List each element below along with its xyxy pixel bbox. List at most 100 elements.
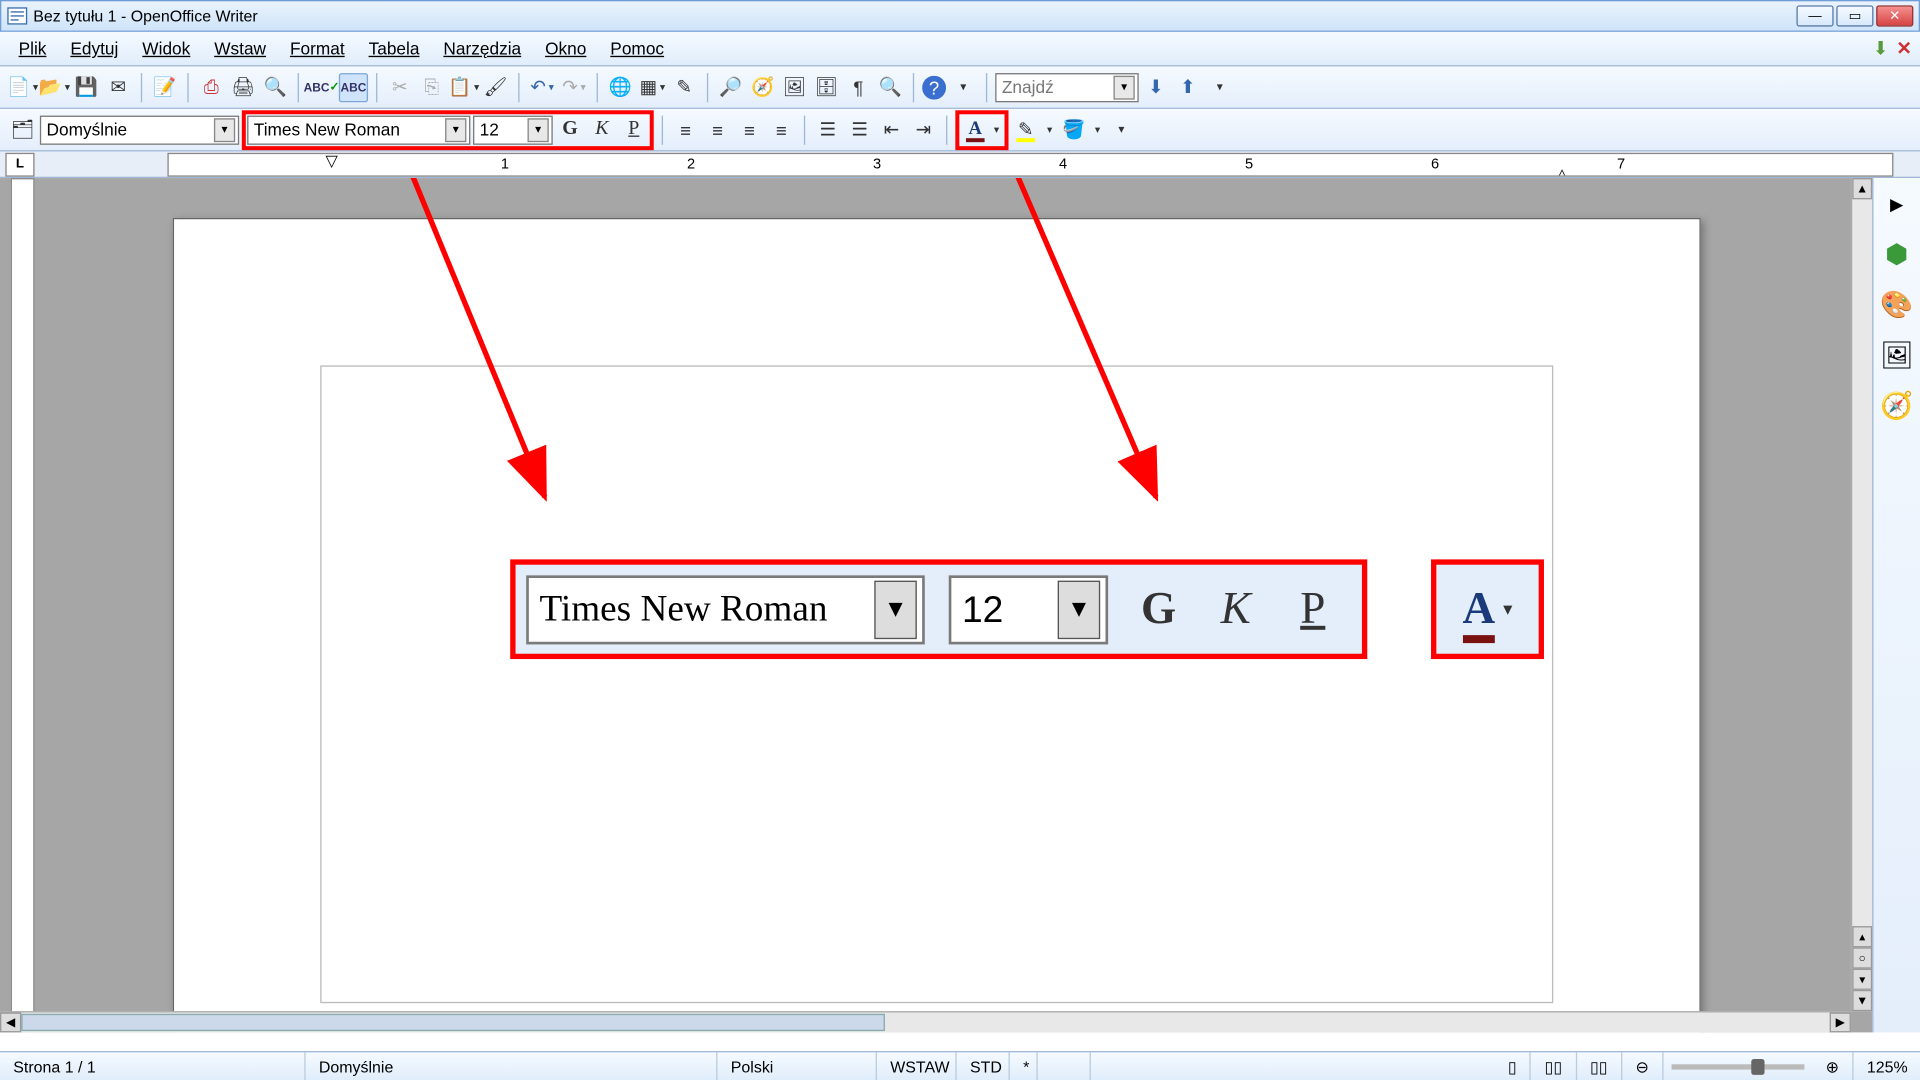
font-name-dropdown[interactable]: ▾ bbox=[445, 118, 466, 142]
font-name-combo[interactable]: Times New Roman ▾ bbox=[247, 115, 470, 144]
align-left-button[interactable]: ≡ bbox=[671, 115, 700, 144]
paragraph-style-dropdown[interactable]: ▾ bbox=[214, 118, 235, 142]
print-button[interactable]: 🖨 bbox=[229, 72, 258, 101]
menu-view[interactable]: Widok bbox=[132, 36, 201, 61]
menu-window[interactable]: Okno bbox=[534, 36, 597, 61]
nav-button[interactable]: ○ bbox=[1852, 947, 1872, 968]
edit-file-button[interactable]: 📝 bbox=[150, 72, 179, 101]
font-name-value[interactable]: Times New Roman bbox=[254, 120, 440, 140]
undo-button[interactable]: ↶▾ bbox=[528, 72, 557, 101]
sidebar-gallery-icon[interactable]: 🖼 bbox=[1879, 337, 1914, 372]
status-view-single-icon[interactable]: ▯ bbox=[1495, 1052, 1532, 1080]
toolbar-overflow[interactable]: ▾ bbox=[949, 72, 978, 101]
menu-tools[interactable]: Narzędzia bbox=[433, 36, 532, 61]
find-combo[interactable]: Znajdź ▾ bbox=[995, 72, 1139, 101]
menu-insert[interactable]: Wstaw bbox=[204, 36, 277, 61]
align-center-button[interactable]: ≡ bbox=[703, 115, 732, 144]
minimize-button[interactable]: — bbox=[1796, 5, 1833, 26]
scroll-up-button[interactable]: ▲ bbox=[1852, 178, 1872, 199]
export-pdf-button[interactable]: ⎙ bbox=[197, 72, 226, 101]
align-right-button[interactable]: ≡ bbox=[735, 115, 764, 144]
menu-edit[interactable]: Edytuj bbox=[60, 36, 129, 61]
sidebar-navigator-icon[interactable]: 🧭 bbox=[1879, 388, 1914, 423]
sidebar-styles-icon[interactable]: 🎨 bbox=[1879, 287, 1914, 322]
font-size-combo[interactable]: 12 ▾ bbox=[473, 115, 553, 144]
ruler-indent-marker[interactable]: ▽ bbox=[326, 152, 338, 169]
paste-button[interactable]: 📋▾ bbox=[449, 72, 478, 101]
help-button[interactable]: ? bbox=[922, 75, 946, 99]
find-next-button[interactable]: ⬇ bbox=[1141, 72, 1170, 101]
font-color-dropdown[interactable]: ▾ bbox=[990, 115, 1003, 144]
table-button[interactable]: ▦▾ bbox=[638, 72, 667, 101]
prev-page-button[interactable]: ▴ bbox=[1852, 926, 1872, 947]
hyperlink-button[interactable]: 🌐 bbox=[606, 72, 635, 101]
italic-button[interactable]: K bbox=[587, 115, 616, 144]
download-icon[interactable]: ⬇ bbox=[1873, 37, 1889, 60]
status-view-book-icon[interactable]: ▯▯ bbox=[1577, 1052, 1622, 1080]
next-page-button[interactable]: ▾ bbox=[1852, 969, 1872, 990]
close-document-button[interactable]: ✕ bbox=[1896, 37, 1912, 60]
formatting-overflow[interactable]: ▾ bbox=[1107, 115, 1136, 144]
open-button[interactable]: 📂▾ bbox=[40, 72, 69, 101]
status-selection-mode[interactable]: STD bbox=[957, 1052, 1010, 1080]
font-size-dropdown[interactable]: ▾ bbox=[528, 118, 549, 142]
status-style[interactable]: Domyślnie bbox=[306, 1052, 718, 1080]
font-color-button[interactable]: A bbox=[961, 115, 990, 144]
background-color-button[interactable]: 🪣 bbox=[1059, 115, 1088, 144]
vertical-ruler[interactable] bbox=[11, 178, 35, 1032]
save-button[interactable]: 💾 bbox=[72, 72, 101, 101]
bold-button[interactable]: G bbox=[555, 115, 584, 144]
highlight-color-button[interactable]: ✎ bbox=[1011, 115, 1040, 144]
underline-button[interactable]: P bbox=[619, 115, 648, 144]
format-paintbrush-button[interactable]: 🖌 bbox=[481, 72, 510, 101]
align-justify-button[interactable]: ≡ bbox=[767, 115, 796, 144]
spellcheck-button[interactable]: ABC✓ bbox=[307, 72, 336, 101]
gallery-button[interactable]: 🖼 bbox=[780, 72, 809, 101]
print-preview-button[interactable]: 🔍 bbox=[260, 72, 289, 101]
menu-format[interactable]: Format bbox=[279, 36, 355, 61]
find-toolbar-overflow[interactable]: ▾ bbox=[1205, 72, 1234, 101]
menu-file[interactable]: Plik bbox=[8, 36, 57, 61]
status-language[interactable]: Polski bbox=[718, 1052, 877, 1080]
background-color-dropdown[interactable]: ▾ bbox=[1091, 115, 1104, 144]
status-modified[interactable]: * bbox=[1010, 1052, 1038, 1080]
ruler-right-margin-marker[interactable]: △ bbox=[1556, 164, 1568, 176]
close-button[interactable]: ✕ bbox=[1876, 5, 1913, 26]
find-input[interactable]: Znajdź bbox=[1002, 77, 1108, 97]
scroll-left-button[interactable]: ◀ bbox=[0, 1012, 21, 1032]
copy-button[interactable]: ⎘ bbox=[417, 72, 446, 101]
zoom-out-button[interactable]: ⊖ bbox=[1622, 1052, 1663, 1080]
status-page[interactable]: Strona 1 / 1 bbox=[0, 1052, 306, 1080]
scroll-right-button[interactable]: ▶ bbox=[1830, 1012, 1851, 1032]
menu-table[interactable]: Tabela bbox=[358, 36, 430, 61]
decrease-indent-button[interactable]: ⇤ bbox=[877, 115, 906, 144]
highlight-color-dropdown[interactable]: ▾ bbox=[1043, 115, 1056, 144]
hscroll-thumb[interactable] bbox=[21, 1014, 885, 1031]
horizontal-scrollbar[interactable]: ◀ ▶ bbox=[0, 1011, 1851, 1032]
sidebar-properties-icon[interactable]: ⬢ bbox=[1879, 237, 1914, 272]
horizontal-ruler[interactable]: 1 2 3 4 5 6 7 ▽ △ bbox=[167, 152, 1893, 176]
vertical-scrollbar[interactable]: ▲ ▴ ○ ▾ ▼ bbox=[1851, 178, 1872, 1011]
paragraph-style-value[interactable]: Domyślnie bbox=[47, 120, 209, 140]
font-size-value[interactable]: 12 bbox=[480, 120, 523, 140]
email-button[interactable]: ✉ bbox=[104, 72, 133, 101]
zoom-button[interactable]: 🔍 bbox=[876, 72, 905, 101]
status-view-multi-icon[interactable]: ▯▯ bbox=[1531, 1052, 1576, 1080]
numbered-list-button[interactable]: ☰ bbox=[813, 115, 842, 144]
zoom-slider[interactable] bbox=[1671, 1064, 1804, 1069]
datasources-button[interactable]: 🗄 bbox=[812, 72, 841, 101]
status-zoom[interactable]: 125% bbox=[1854, 1052, 1920, 1080]
find-prev-button[interactable]: ⬆ bbox=[1173, 72, 1202, 101]
find-replace-button[interactable]: 🔎 bbox=[716, 72, 745, 101]
auto-spellcheck-button[interactable]: ABC bbox=[339, 72, 368, 101]
status-insert-mode[interactable]: WSTAW bbox=[877, 1052, 957, 1080]
paragraph-style-combo[interactable]: Domyślnie ▾ bbox=[40, 115, 239, 144]
find-dropdown-button[interactable]: ▾ bbox=[1113, 75, 1134, 99]
bullet-list-button[interactable]: ☰ bbox=[845, 115, 874, 144]
menu-help[interactable]: Pomoc bbox=[600, 36, 675, 61]
zoom-slider-thumb[interactable] bbox=[1751, 1058, 1764, 1074]
ruler-corner[interactable]: L bbox=[5, 152, 34, 176]
scroll-down-button[interactable]: ▼ bbox=[1852, 990, 1872, 1011]
nonprinting-chars-button[interactable]: ¶ bbox=[844, 72, 873, 101]
document-page[interactable]: Times New Roman ▼ 12 ▼ G K P A ▾ bbox=[173, 218, 1701, 1033]
